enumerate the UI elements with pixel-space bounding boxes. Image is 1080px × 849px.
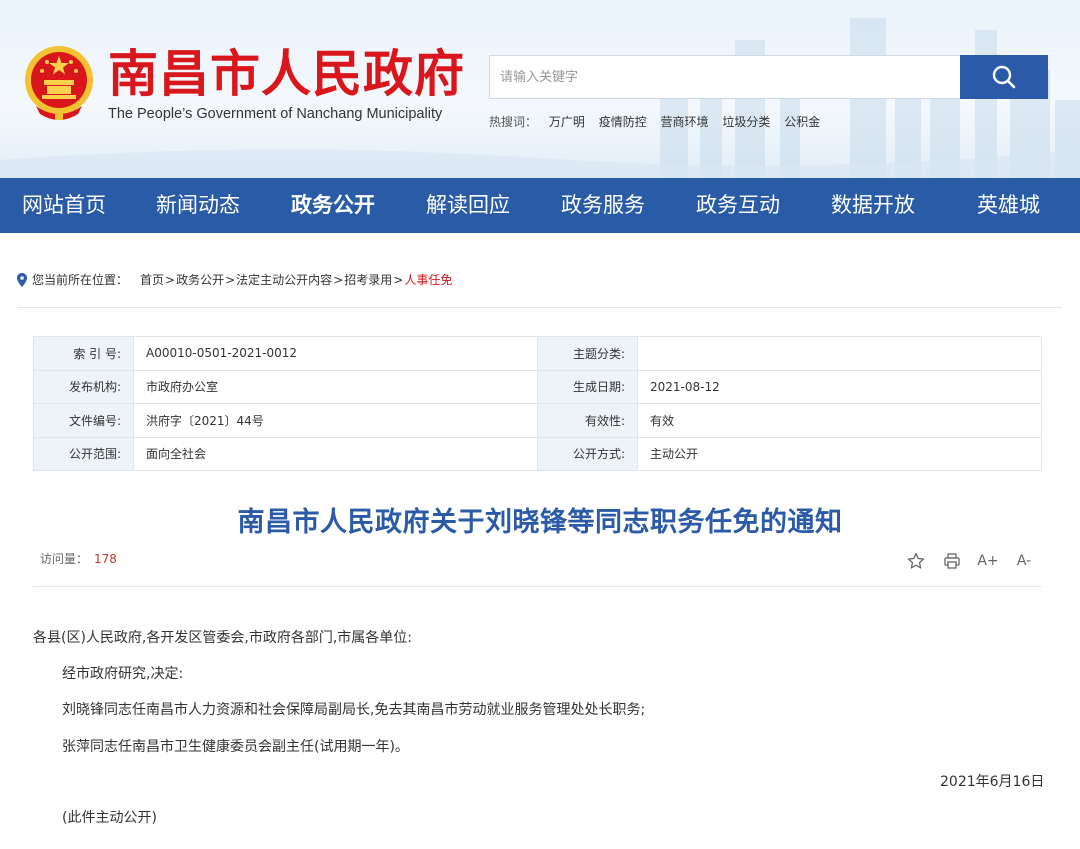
- article-paragraph: 张萍同志任南昌市卫生健康委员会副主任(试用期一年)。: [62, 739, 409, 755]
- breadcrumb-divider: [17, 307, 1062, 308]
- search-icon: [992, 65, 1016, 89]
- breadcrumb-gov-affairs[interactable]: 政务公开: [176, 271, 224, 288]
- meta-key: 公开范围:: [33, 436, 134, 471]
- hot-search-label: 热搜词：: [489, 115, 538, 129]
- table-row: 发布机构: 市政府办公室 生成日期: 2021-08-12: [33, 369, 1042, 404]
- meta-key: 生成日期:: [537, 369, 638, 404]
- meta-key: 发布机构:: [33, 369, 134, 404]
- breadcrumb-recruitment[interactable]: 招考录用: [344, 271, 392, 288]
- site-header: 南昌市人民政府 The People’s Government of Nanch…: [0, 0, 1080, 178]
- meta-value: 主动公开: [637, 436, 1042, 471]
- meta-value: 面向全社会: [133, 436, 538, 471]
- meta-key: 主题分类:: [537, 336, 638, 371]
- table-row: 公开范围: 面向全社会 公开方式: 主动公开: [33, 436, 1042, 471]
- meta-value: A00010-0501-2021-0012: [133, 336, 538, 371]
- table-row: 索 引 号: A00010-0501-2021-0012 主题分类:: [33, 336, 1042, 371]
- search-box: [489, 55, 961, 99]
- article-salutation: 各县(区)人民政府,各开发区管委会,市政府各部门,市属各单位:: [33, 630, 412, 646]
- nav-item-news[interactable]: 新闻动态: [156, 178, 240, 233]
- nav-item-gov-services[interactable]: 政务服务: [561, 178, 645, 233]
- nav-item-interpretation[interactable]: 解读回应: [426, 178, 510, 233]
- hot-word[interactable]: 营商环境: [661, 115, 709, 129]
- hot-word[interactable]: 万广明: [549, 115, 585, 129]
- nav-item-open-data[interactable]: 数据开放: [831, 178, 915, 233]
- hot-word[interactable]: 疫情防控: [599, 115, 647, 129]
- font-increase-button[interactable]: A+: [977, 550, 999, 572]
- table-row: 文件编号: 洪府字〔2021〕44号 有效性: 有效: [33, 403, 1042, 438]
- breadcrumb: 您当前所在位置： 首页 > 政务公开 > 法定主动公开内容 > 招考录用 > 人事任免: [17, 271, 452, 288]
- nav-item-home[interactable]: 网站首页: [22, 178, 106, 233]
- article-title: 南昌市人民政府关于刘晓锋等同志职务任免的通知: [237, 507, 843, 538]
- meta-key: 公开方式:: [537, 436, 638, 471]
- article-divider: [33, 586, 1042, 587]
- meta-key: 有效性:: [537, 403, 638, 438]
- nav-item-gov-affairs-open[interactable]: 政务公开: [291, 178, 375, 233]
- breadcrumb-appointments[interactable]: 人事任免: [404, 271, 452, 288]
- view-count: 访问量： 178: [40, 550, 117, 567]
- search-button[interactable]: [960, 55, 1048, 99]
- site-subtitle: The People’s Government of Nanchang Muni…: [108, 106, 443, 122]
- meta-value: 洪府字〔2021〕44号: [133, 403, 538, 438]
- nav-item-interaction[interactable]: 政务互动: [696, 178, 780, 233]
- meta-value: 市政府办公室: [133, 369, 538, 404]
- site-title: 南昌市人民政府: [108, 45, 465, 103]
- breadcrumb-statutory[interactable]: 法定主动公开内容: [236, 271, 332, 288]
- meta-value: 有效: [637, 403, 1042, 438]
- article-note: (此件主动公开): [62, 810, 157, 826]
- view-count-value: 178: [94, 552, 117, 566]
- article-paragraph: 刘晓锋同志任南昌市人力资源和社会保障局副局长,免去其南昌市劳动就业服务管理处处长…: [62, 702, 646, 718]
- meta-key: 索 引 号:: [33, 336, 134, 371]
- print-button[interactable]: [941, 550, 963, 572]
- meta-value: [637, 336, 1042, 371]
- article-paragraph: 经市政府研究,决定:: [62, 666, 184, 682]
- document-meta-table: 索 引 号: A00010-0501-2021-0012 主题分类: 发布机构:…: [33, 336, 1042, 471]
- breadcrumb-label: 您当前所在位置：: [32, 273, 129, 287]
- hot-search-words: 热搜词： 万广明 疫情防控 营商环境 垃圾分类 公积金: [489, 113, 830, 130]
- location-pin-icon: [17, 272, 27, 287]
- favorite-button[interactable]: [905, 550, 927, 572]
- hot-word[interactable]: 垃圾分类: [722, 115, 770, 129]
- national-emblem-icon: [25, 46, 93, 120]
- breadcrumb-home[interactable]: 首页: [140, 271, 164, 288]
- article-tools: A+ A-: [905, 550, 1035, 572]
- search-input[interactable]: [490, 56, 960, 98]
- printer-icon: [944, 553, 960, 569]
- article-date: 2021年6月16日: [940, 774, 1045, 790]
- nav-item-hero-city[interactable]: 英雄城: [977, 178, 1040, 233]
- view-count-label: 访问量：: [40, 552, 89, 566]
- star-icon: [907, 552, 925, 569]
- meta-key: 文件编号:: [33, 403, 134, 438]
- hot-word[interactable]: 公积金: [784, 115, 820, 129]
- font-decrease-button[interactable]: A-: [1013, 550, 1035, 572]
- main-nav: 网站首页 新闻动态 政务公开 解读回应 政务服务 政务互动 数据开放 英雄城: [0, 178, 1080, 233]
- meta-value: 2021-08-12: [637, 369, 1042, 404]
